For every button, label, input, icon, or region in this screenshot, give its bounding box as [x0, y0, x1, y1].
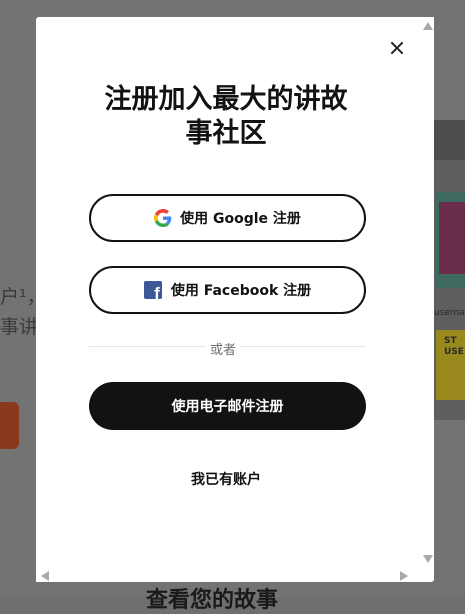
divider-label: 或者 [206, 339, 241, 358]
background-cta-button [0, 402, 19, 449]
background-section-title: 查看您的故事 [146, 588, 279, 613]
background-username: usernam [434, 308, 465, 318]
modal-title: 注册加入最大的讲故 事社区 [76, 83, 376, 151]
modal-title-line: 事社区 [185, 118, 267, 149]
google-signup-label: 使用 Google 注册 [180, 211, 301, 227]
close-icon[interactable] [388, 39, 406, 57]
facebook-signup-label: 使用 Facebook 注册 [170, 283, 312, 299]
vertical-scrollbar[interactable] [420, 17, 434, 568]
background-side-panel: usernam ST USE [434, 120, 465, 420]
facebook-icon: f [143, 281, 162, 299]
background-story-cover: ST USE [436, 330, 465, 400]
signup-modal: 注册加入最大的讲故 事社区 使用 Google 注册 f 使用 Facebook… [36, 17, 434, 582]
google-signup-button[interactable]: 使用 Google 注册 [89, 194, 366, 242]
facebook-signup-button[interactable]: f 使用 Facebook 注册 [89, 266, 366, 314]
background-text-line: 事讲 [0, 316, 39, 338]
scroll-up-icon[interactable] [423, 22, 433, 30]
modal-title-line: 注册加入最大的讲故 [104, 84, 348, 115]
email-signup-button[interactable]: 使用电子邮件注册 [89, 382, 366, 430]
scroll-left-icon[interactable] [41, 571, 49, 581]
scroll-right-icon[interactable] [400, 571, 408, 581]
background-story-cover [436, 192, 465, 288]
background-cover-text: ST USE [444, 336, 464, 357]
background-panel-header [434, 120, 465, 160]
horizontal-scrollbar[interactable] [36, 568, 420, 582]
google-icon [154, 209, 172, 227]
email-signup-label: 使用电子邮件注册 [171, 399, 284, 415]
scroll-down-icon[interactable] [423, 555, 433, 563]
login-link[interactable]: 我已有账户 [176, 469, 276, 489]
